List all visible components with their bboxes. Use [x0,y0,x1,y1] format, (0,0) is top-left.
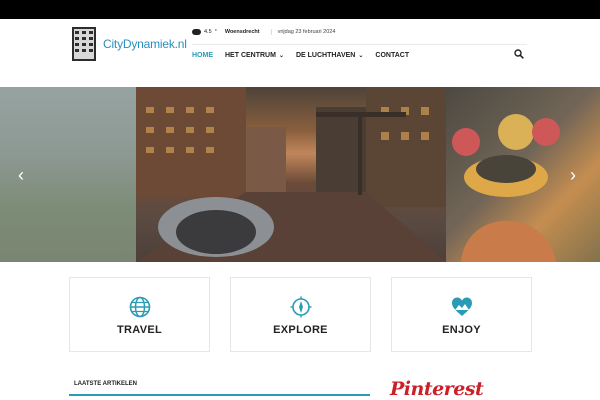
logo-text: CityDynamiek.nl [103,37,187,51]
weather-location: Woensdrecht [224,29,260,35]
top-bar [0,0,600,19]
nav-item-het-centrum[interactable]: HET CENTRUM ⌄ [225,52,284,59]
chevron-left-icon: ‹ [18,165,24,185]
logo-text-city: City [103,37,123,51]
feature-enjoy[interactable]: ENJOY [391,277,532,352]
nav-item-de-luchthaven-label: DE LUCHTHAVEN [295,51,356,59]
feature-travel[interactable]: TRAVEL [69,277,210,352]
globe-icon [129,296,151,318]
search-icon[interactable] [514,49,524,59]
pinterest-logo[interactable]: Pinterest [390,378,484,400]
chevron-down-icon: ⌄ [358,52,364,59]
nav-item-home-label: HOME [192,51,213,59]
heart-landscape-icon [452,297,472,316]
nav-item-het-centrum-label: HET CENTRUM [225,51,276,59]
chevron-right-icon: › [570,165,576,185]
feature-explore-label: EXPLORE [273,324,328,336]
main-nav: HOME HET CENTRUM ⌄ DE LUCHTHAVEN ⌄ CONTACT [192,44,527,65]
feature-boxes: TRAVEL EXPLORE ENJOY [69,277,532,352]
site-header: CityDynamiek.nl 4.5 ° Woensdrecht vrijdag… [0,19,600,87]
logo-text-dynamiek: Dynamiek.nl [122,37,187,51]
latest-articles-title: LAATSTE ARTIKELEN [74,381,137,387]
slide-image-center [136,87,446,262]
nav-item-home[interactable]: HOME [192,52,213,59]
slider-next[interactable]: › [570,165,576,186]
nav-item-contact-label: CONTACT [375,51,410,59]
carnival-figure-scene [452,114,560,262]
hero-slider[interactable]: ‹ › [0,87,600,262]
slider-prev[interactable]: ‹ [18,165,24,186]
nav-item-contact[interactable]: CONTACT [375,52,409,59]
weather-widget: 4.5 ° Woensdrecht vrijdag 23 februari 202… [192,25,335,39]
weather-unit: ° [214,29,217,35]
slide-image-right [446,87,600,262]
weather-temp: 4.5 [204,29,212,35]
nav-item-de-luchthaven[interactable]: DE LUCHTHAVEN ⌄ [296,52,363,59]
latest-articles-header: LAATSTE ARTIKELEN [69,378,370,396]
feature-enjoy-label: ENJOY [442,324,481,336]
building-icon [72,27,96,61]
city-square-scene [136,87,446,262]
chevron-down-icon: ⌄ [278,52,284,59]
compass-icon [290,296,312,318]
feature-explore[interactable]: EXPLORE [230,277,371,352]
current-date: vrijdag 23 februari 2024 [270,29,335,35]
cloud-icon [192,29,201,35]
feature-travel-label: TRAVEL [117,324,162,336]
site-logo[interactable]: CityDynamiek.nl [69,25,187,61]
